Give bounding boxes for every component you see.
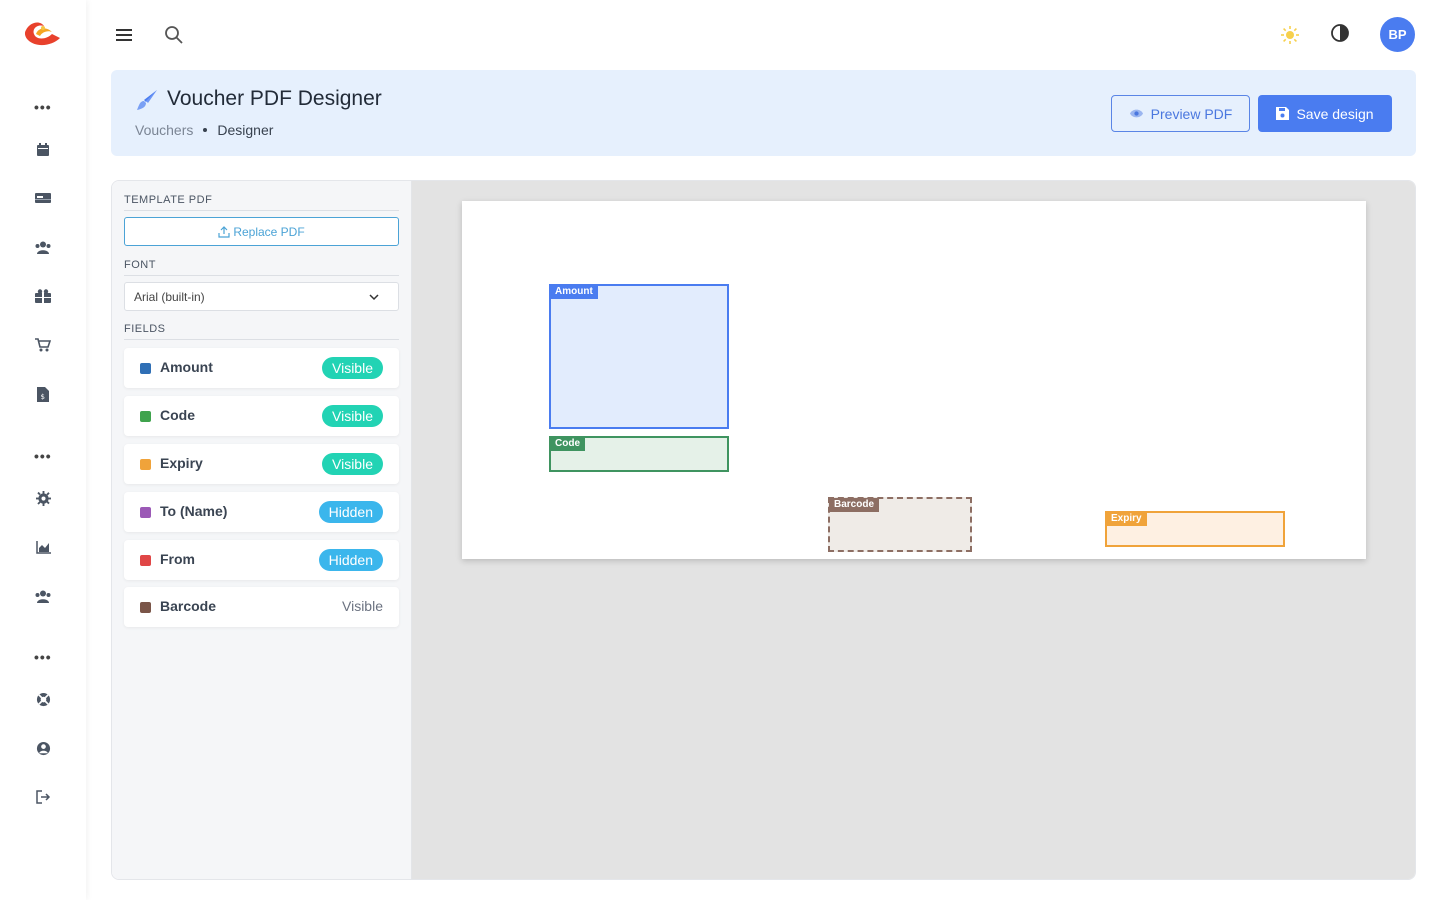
field-row-expiry[interactable]: Expiry Visible bbox=[124, 444, 399, 484]
font-select-value: Arial (built-in) bbox=[134, 289, 205, 304]
app-logo[interactable] bbox=[22, 20, 62, 50]
search-icon[interactable] bbox=[163, 24, 185, 46]
nav-section-dots: ••• bbox=[34, 448, 52, 464]
avatar[interactable]: BP bbox=[1380, 17, 1415, 52]
page-header: Voucher PDF Designer Vouchers Designer P… bbox=[111, 70, 1416, 156]
cart-icon[interactable] bbox=[33, 335, 53, 355]
field-name: Expiry bbox=[160, 455, 203, 471]
font-select[interactable]: Arial (built-in) bbox=[124, 282, 399, 311]
amount-field-box[interactable]: Amount bbox=[549, 284, 729, 429]
field-box-label: Barcode bbox=[829, 498, 880, 512]
field-box-label: Code bbox=[550, 437, 585, 451]
preview-pdf-label: Preview PDF bbox=[1150, 105, 1233, 122]
logout-icon[interactable] bbox=[33, 787, 53, 807]
gift-icon[interactable] bbox=[33, 286, 53, 306]
contrast-icon[interactable] bbox=[1329, 22, 1351, 44]
visibility-toggle[interactable]: Hidden bbox=[318, 501, 383, 523]
save-design-button[interactable]: Save design bbox=[1258, 95, 1392, 132]
field-box-label: Amount bbox=[550, 285, 598, 299]
file-dollar-icon[interactable]: $ bbox=[33, 384, 53, 404]
field-name: Amount bbox=[160, 359, 213, 375]
page-title: Voucher PDF Designer bbox=[167, 87, 382, 110]
chart-icon[interactable] bbox=[33, 537, 53, 557]
brush-icon bbox=[137, 90, 157, 110]
designer-workspace: TEMPLATE PDF Replace PDF FONT Arial (bui… bbox=[111, 180, 1416, 880]
expiry-field-box[interactable]: Expiry bbox=[1105, 511, 1285, 547]
sun-icon[interactable] bbox=[1279, 24, 1301, 46]
pdf-page: Amount Code Barcode Expiry bbox=[462, 201, 1366, 559]
field-color-swatch bbox=[140, 411, 151, 422]
settings-panel: TEMPLATE PDF Replace PDF FONT Arial (bui… bbox=[112, 181, 412, 879]
fields-label: FIELDS bbox=[124, 323, 399, 340]
field-color-swatch bbox=[140, 507, 151, 518]
field-row-code[interactable]: Code Visible bbox=[124, 396, 399, 436]
upload-icon bbox=[218, 225, 230, 238]
visibility-toggle[interactable]: Visible bbox=[322, 453, 383, 475]
visibility-status[interactable]: Visible bbox=[342, 598, 383, 614]
sidebar: ••• $ ••• ••• bbox=[0, 0, 86, 900]
breadcrumb-parent[interactable]: Vouchers bbox=[135, 122, 193, 138]
svg-text:$: $ bbox=[41, 393, 45, 401]
field-name: From bbox=[160, 551, 195, 567]
replace-pdf-button[interactable]: Replace PDF bbox=[124, 217, 399, 246]
card-icon[interactable] bbox=[33, 188, 53, 208]
visibility-toggle[interactable]: Visible bbox=[322, 405, 383, 427]
field-name: Barcode bbox=[160, 598, 217, 614]
breadcrumb-current: Designer bbox=[217, 122, 274, 138]
field-color-swatch bbox=[140, 363, 151, 374]
gear-icon[interactable] bbox=[33, 488, 53, 508]
users-icon[interactable] bbox=[33, 237, 53, 257]
field-color-swatch bbox=[140, 459, 151, 470]
visibility-toggle[interactable]: Hidden bbox=[318, 549, 383, 571]
field-color-swatch bbox=[140, 555, 151, 566]
field-name: To (Name) bbox=[160, 503, 228, 519]
visibility-toggle[interactable]: Visible bbox=[322, 357, 383, 379]
chevron-down-icon bbox=[369, 294, 379, 301]
field-row-amount[interactable]: Amount Visible bbox=[124, 348, 399, 388]
floppy-icon bbox=[1276, 107, 1290, 120]
template-pdf-label: TEMPLATE PDF bbox=[124, 194, 399, 211]
eye-icon bbox=[1129, 109, 1143, 118]
field-row-from[interactable]: From Hidden bbox=[124, 540, 399, 580]
save-design-label: Save design bbox=[1296, 105, 1374, 122]
breadcrumb: Vouchers Designer bbox=[135, 122, 273, 138]
code-field-box[interactable]: Code bbox=[549, 436, 729, 472]
account-icon[interactable] bbox=[33, 738, 53, 758]
field-name: Code bbox=[160, 407, 195, 423]
field-box-label: Expiry bbox=[1106, 512, 1147, 526]
preview-pdf-button[interactable]: Preview PDF bbox=[1111, 95, 1250, 132]
replace-pdf-label: Replace PDF bbox=[233, 224, 305, 239]
field-row-barcode[interactable]: Barcode Visible bbox=[124, 587, 399, 627]
field-row-to-name[interactable]: To (Name) Hidden bbox=[124, 492, 399, 532]
barcode-field-box[interactable]: Barcode bbox=[828, 497, 972, 552]
nav-section-dots: ••• bbox=[34, 99, 52, 115]
breadcrumb-separator bbox=[203, 128, 208, 132]
font-label: FONT bbox=[124, 259, 399, 276]
team-icon[interactable] bbox=[33, 586, 53, 606]
field-color-swatch bbox=[140, 602, 151, 613]
design-canvas: Amount Code Barcode Expiry bbox=[412, 181, 1415, 879]
support-icon[interactable] bbox=[33, 689, 53, 709]
nav-section-dots: ••• bbox=[34, 649, 52, 665]
calendar-icon[interactable] bbox=[33, 140, 53, 160]
hamburger-icon[interactable] bbox=[114, 24, 136, 46]
